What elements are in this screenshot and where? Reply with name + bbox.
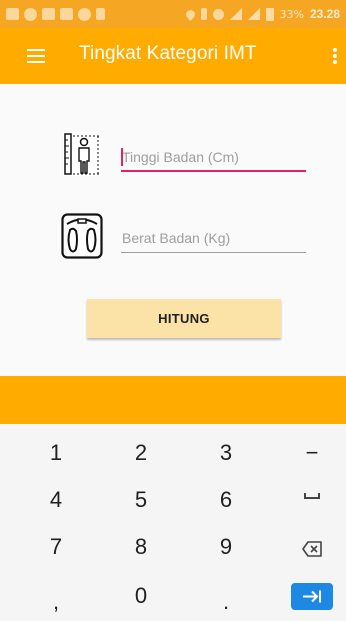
weight-input[interactable]: Berat Badan (Kg) [121, 223, 306, 253]
backspace-icon[interactable] [302, 541, 322, 557]
height-placeholder: Tinggi Badan (Cm) [122, 149, 239, 165]
message-icon [24, 7, 37, 21]
bluetooth-icon [200, 8, 207, 20]
battery-icon [265, 7, 274, 21]
key-6[interactable]: 6 [201, 487, 251, 513]
weight-placeholder: Berat Badan (Kg) [122, 230, 231, 246]
status-bar: 33% 23.28 [0, 0, 346, 28]
menu-icon[interactable] [27, 49, 45, 63]
page-title: Tingkat Kategori IMT [79, 43, 257, 64]
key-7[interactable]: 7 [31, 534, 81, 560]
clock: 23.28 [309, 7, 340, 21]
hitung-button[interactable]: HITUNG [87, 299, 281, 338]
key-4[interactable]: 4 [31, 487, 81, 513]
text-cursor [121, 148, 123, 166]
alarm-icon [212, 8, 224, 20]
key-comma[interactable]: , [31, 589, 81, 615]
briefcase-icon [60, 8, 73, 20]
next-icon [303, 590, 321, 603]
height-measure-icon [63, 132, 101, 176]
key-3[interactable]: 3 [201, 440, 251, 466]
bottom-band [0, 376, 346, 424]
key-2[interactable]: 2 [116, 440, 166, 466]
space-icon[interactable] [304, 493, 320, 499]
battery-percent: 33% [279, 7, 304, 21]
key-period[interactable]: . [201, 589, 251, 615]
signal-icon [229, 8, 242, 20]
key-8[interactable]: 8 [116, 534, 166, 560]
next-button[interactable] [291, 583, 333, 610]
overflow-menu-icon[interactable] [333, 48, 337, 64]
weight-input-underline [121, 252, 306, 253]
image-icon [42, 8, 55, 20]
notification-icons [6, 7, 105, 21]
chat-icon [78, 7, 91, 21]
height-input[interactable]: Tinggi Badan (Cm) [121, 142, 306, 172]
hourglass-icon [96, 8, 105, 20]
key-1[interactable]: 1 [31, 440, 81, 466]
key-5[interactable]: 5 [116, 487, 166, 513]
system-icons: 33% 23.28 [183, 7, 340, 21]
key-0[interactable]: 0 [116, 583, 166, 609]
app-bar: Tingkat Kategori IMT [0, 28, 346, 84]
signal-icon [247, 8, 260, 20]
key-9[interactable]: 9 [201, 534, 251, 560]
weighing-scale-icon [61, 213, 103, 259]
height-input-underline [121, 170, 306, 172]
key-minus[interactable]: − [287, 440, 337, 466]
message-icon [6, 8, 19, 20]
location-icon [183, 7, 197, 21]
